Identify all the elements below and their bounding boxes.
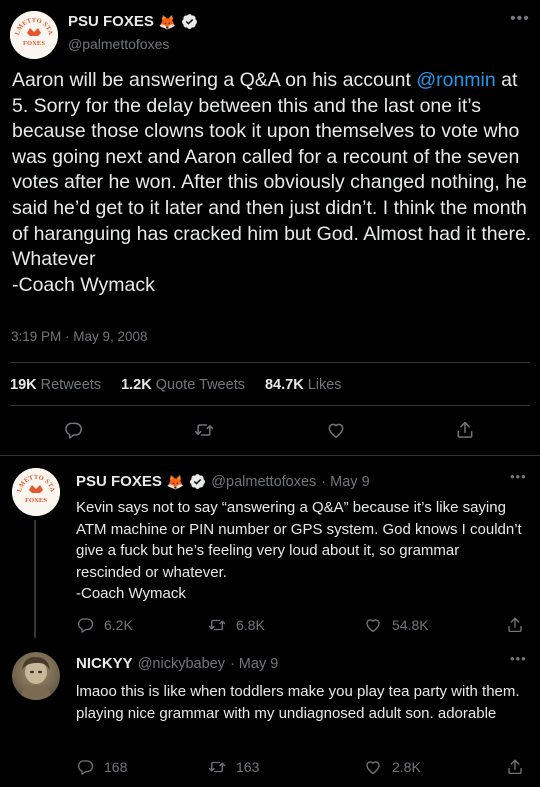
- avatar[interactable]: [12, 652, 60, 700]
- tweet-signature: -Coach Wymack: [12, 273, 155, 296]
- retweet-icon: [208, 761, 226, 773]
- mention-link[interactable]: @ronmin: [416, 69, 495, 91]
- retweet-icon[interactable]: [194, 420, 214, 440]
- likes-label: Likes: [307, 377, 342, 393]
- retweet-count: 163: [236, 759, 260, 775]
- reply-count: 168: [104, 759, 128, 775]
- retweet-button[interactable]: 6.8K: [208, 616, 265, 634]
- reply-date[interactable]: · May 9: [230, 656, 278, 672]
- like-count: 54.8K: [392, 617, 429, 633]
- retweet-count: 6.8K: [236, 617, 265, 633]
- quotes-label: Quote Tweets: [155, 377, 245, 393]
- quotes-stat[interactable]: 1.2K Quote Tweets: [121, 377, 245, 393]
- likes-count: 84.7K: [264, 377, 304, 393]
- reply-date[interactable]: · May 9: [321, 474, 369, 490]
- reply-icon: [77, 618, 94, 633]
- reply-text: Kevin says not to say “answering a Q&A” …: [76, 497, 526, 605]
- engagement-stats: 19K Retweets 1.2K Quote Tweets 84.7K Lik…: [10, 377, 342, 393]
- share-icon[interactable]: [455, 420, 475, 440]
- reply-count: 6.2K: [104, 617, 133, 633]
- author-handle[interactable]: @palmettofoxes: [211, 474, 316, 490]
- tweet-actions: [0, 420, 540, 444]
- share-icon: [508, 617, 522, 633]
- divider: [0, 455, 540, 456]
- author-name[interactable]: NICKYY: [76, 655, 133, 672]
- retweet-button[interactable]: 163: [208, 758, 259, 776]
- reply-actions: 6.2K 6.8K 54.8K: [76, 616, 526, 636]
- divider: [10, 362, 530, 363]
- like-count: 2.8K: [392, 759, 421, 775]
- reply-text: lmaoo this is like when toddlers make yo…: [76, 681, 526, 724]
- fox-emoji: 🦊: [166, 473, 185, 490]
- thread-line: [34, 520, 36, 638]
- heart-icon: [366, 761, 380, 775]
- fox-emoji: 🦊: [158, 13, 177, 30]
- divider: [10, 405, 530, 406]
- retweets-count: 19K: [10, 377, 37, 393]
- tweet-text: Aaron will be answering a Q&A on his acc…: [12, 68, 532, 298]
- more-icon[interactable]: •••: [510, 10, 530, 28]
- reply-header: NICKYY @nickybabey · May 9: [76, 655, 278, 672]
- author-handle[interactable]: @nickybabey: [138, 656, 225, 672]
- author-name[interactable]: PSU FOXES: [76, 473, 162, 490]
- likes-stat[interactable]: 84.7K Likes: [265, 377, 342, 393]
- reply-icon[interactable]: [63, 420, 83, 440]
- retweets-label: Retweets: [40, 377, 102, 393]
- reply-body: Kevin says not to say “answering a Q&A” …: [76, 499, 522, 581]
- user-avatar-image: [12, 652, 60, 700]
- share-button[interactable]: [506, 758, 524, 776]
- retweets-stat[interactable]: 19K Retweets: [10, 377, 101, 393]
- reply-actions: 168 163 2.8K: [76, 758, 526, 778]
- reply-header: PSU FOXES 🦊 @palmettofoxes · May 9: [76, 473, 370, 490]
- author-name[interactable]: PSU FOXES: [68, 13, 154, 30]
- avatar[interactable]: PALMETTO STATE FOXES: [12, 468, 60, 516]
- author-handle[interactable]: @palmettofoxes: [68, 36, 169, 52]
- tweet-text-part: Aaron will be answering a Q&A on his acc…: [12, 69, 417, 91]
- reply-button[interactable]: 168: [76, 758, 127, 776]
- share-button[interactable]: [506, 616, 524, 634]
- avatar[interactable]: PALMETTO STATE FOXES: [10, 11, 58, 59]
- tweet-timestamp[interactable]: 3:19 PM · May 9, 2008: [11, 329, 148, 344]
- palmetto-foxes-logo: PALMETTO STATE FOXES: [10, 11, 58, 59]
- like-button[interactable]: 2.8K: [364, 758, 421, 776]
- heart-icon[interactable]: [326, 420, 346, 440]
- svg-text:FOXES: FOXES: [25, 497, 47, 504]
- palmetto-foxes-logo: PALMETTO STATE FOXES: [12, 468, 60, 516]
- retweet-icon: [208, 619, 226, 631]
- more-icon[interactable]: •••: [510, 469, 527, 484]
- verified-badge-icon: [181, 13, 198, 30]
- reply-body: lmaoo this is like when toddlers make yo…: [76, 683, 520, 722]
- more-icon[interactable]: •••: [510, 651, 527, 666]
- reply-signature: -Coach Wymack: [76, 585, 186, 602]
- share-icon: [508, 759, 522, 775]
- reply-button[interactable]: 6.2K: [76, 616, 133, 634]
- svg-text:FOXES: FOXES: [23, 40, 45, 47]
- quotes-count: 1.2K: [121, 377, 152, 393]
- heart-icon: [366, 619, 380, 633]
- tweet-text-part: at 5. Sorry for the delay between this a…: [12, 69, 532, 271]
- like-button[interactable]: 54.8K: [364, 616, 429, 634]
- reply-icon: [77, 760, 94, 775]
- author-row: PSU FOXES 🦊: [68, 13, 198, 30]
- verified-badge-icon: [189, 473, 206, 490]
